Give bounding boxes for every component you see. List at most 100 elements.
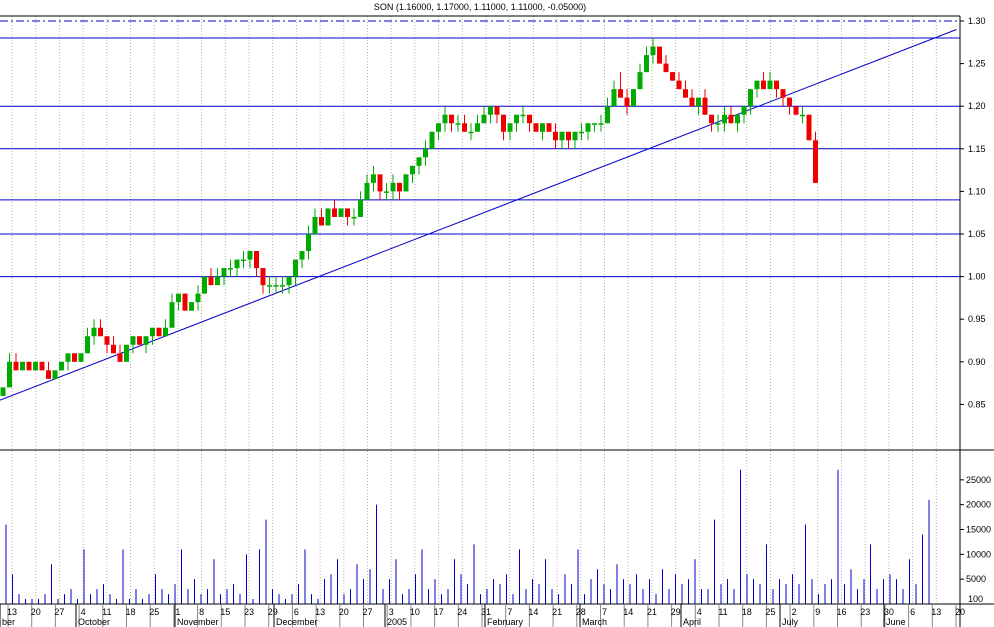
candle-body xyxy=(741,106,747,115)
day-label: 13 xyxy=(7,607,17,617)
candle-body xyxy=(585,123,591,132)
candle-body xyxy=(813,140,818,183)
candle-body xyxy=(7,361,12,388)
price-tick-label: 1.00 xyxy=(968,272,986,282)
candle-body xyxy=(657,46,662,64)
candle-body xyxy=(637,72,643,90)
candle-body xyxy=(631,89,636,107)
candle-body xyxy=(611,89,617,107)
day-label: 3 xyxy=(389,607,394,617)
candle-body xyxy=(390,182,396,192)
price-tick-label: 1.20 xyxy=(968,101,986,111)
candle-body xyxy=(52,370,58,379)
candle-body xyxy=(462,123,467,132)
volume-unit-label: 100 xyxy=(968,594,983,604)
candle-body xyxy=(325,208,331,226)
day-label: 20 xyxy=(955,607,965,617)
candle-body xyxy=(468,131,474,134)
trendline xyxy=(0,29,957,401)
candle-body xyxy=(65,353,71,362)
candle-body xyxy=(449,114,454,124)
day-label: 21 xyxy=(647,607,657,617)
day-label: 14 xyxy=(623,607,633,617)
price-tick-label: 0.95 xyxy=(968,314,986,324)
candle-body xyxy=(280,285,285,287)
candle-body xyxy=(46,370,51,379)
candle-body xyxy=(475,123,480,132)
month-label: April xyxy=(683,617,701,627)
day-label: 20 xyxy=(31,607,41,617)
candle-body xyxy=(566,131,571,141)
chart-title: SON (1.16000, 1.17000, 1.11000, 1.11000,… xyxy=(374,2,586,12)
volume-tick-label: 5000 xyxy=(966,574,986,584)
candle-body xyxy=(98,327,103,337)
candle-body xyxy=(241,259,246,262)
candle-body xyxy=(104,336,110,345)
candle-body xyxy=(715,123,721,125)
candle-body xyxy=(761,80,766,90)
day-label: 18 xyxy=(125,607,135,617)
candle-body xyxy=(195,293,201,303)
price-tick-label: 1.25 xyxy=(968,59,986,69)
month-label: October xyxy=(78,617,110,627)
candle-body xyxy=(546,123,552,132)
candle-body xyxy=(208,276,214,286)
candle-body xyxy=(345,208,350,217)
candle-body xyxy=(650,46,656,56)
candle-body xyxy=(26,361,32,371)
candle-body xyxy=(221,268,227,277)
month-label: June xyxy=(886,617,906,627)
candle-body xyxy=(598,123,604,125)
day-label: 17 xyxy=(434,607,444,617)
candle-body xyxy=(228,268,233,270)
candle-body xyxy=(163,327,168,337)
day-label: 10 xyxy=(410,607,420,617)
candle-body xyxy=(735,114,740,124)
volume-tick-label: 10000 xyxy=(966,549,991,559)
chart-window: SON (1.16000, 1.17000, 1.11000, 1.11000,… xyxy=(0,0,994,627)
candle-body xyxy=(455,123,461,125)
candle-body xyxy=(0,387,6,396)
month-label: 2005 xyxy=(387,617,407,627)
candle-body xyxy=(338,208,344,217)
candle-body xyxy=(234,259,240,269)
candle-body xyxy=(663,63,669,73)
day-label: 25 xyxy=(765,607,775,617)
candle-body xyxy=(189,302,194,311)
candle-body xyxy=(306,234,311,252)
vertical-grid xyxy=(11,16,961,604)
day-label: 11 xyxy=(718,607,727,617)
day-label: 15 xyxy=(220,607,230,617)
candle-body xyxy=(533,123,539,132)
candle-body xyxy=(800,114,805,117)
day-label: 23 xyxy=(860,607,870,617)
day-label: 1 xyxy=(175,607,180,617)
candle-body xyxy=(702,97,708,115)
day-label: 29 xyxy=(671,607,681,617)
candle-body xyxy=(722,114,727,124)
day-label: 4 xyxy=(697,607,702,617)
day-label: 9 xyxy=(815,607,820,617)
candle-body xyxy=(176,293,181,303)
candle-body xyxy=(286,276,292,286)
day-label: 4 xyxy=(81,607,86,617)
candle-body xyxy=(143,336,149,345)
date-axis: 13 20 27 4 11 18 25 1 8 15 23 29 6 13 20 27 3 10 17 24 31 7 14… xyxy=(0,604,965,627)
candle-body xyxy=(767,80,773,90)
candle-body xyxy=(403,174,409,192)
candle-body xyxy=(91,327,97,337)
price-tick-label: 1.05 xyxy=(968,229,986,239)
month-label: December xyxy=(276,617,318,627)
candle-body xyxy=(319,216,324,226)
candle-body xyxy=(507,123,513,132)
volume-bars xyxy=(5,469,930,604)
candle-body xyxy=(299,251,305,260)
price-axis: 1.30 1.25 1.20 1.15 1.10 1.05 1.00 0.95 0.90 0.85 xyxy=(960,16,986,409)
day-label: 8 xyxy=(199,607,204,617)
candle-body xyxy=(358,199,363,217)
candle-body xyxy=(247,251,253,260)
day-label: 21 xyxy=(552,607,562,617)
candle-body xyxy=(150,327,155,337)
candle-body xyxy=(117,353,123,362)
candle-body xyxy=(676,80,682,90)
